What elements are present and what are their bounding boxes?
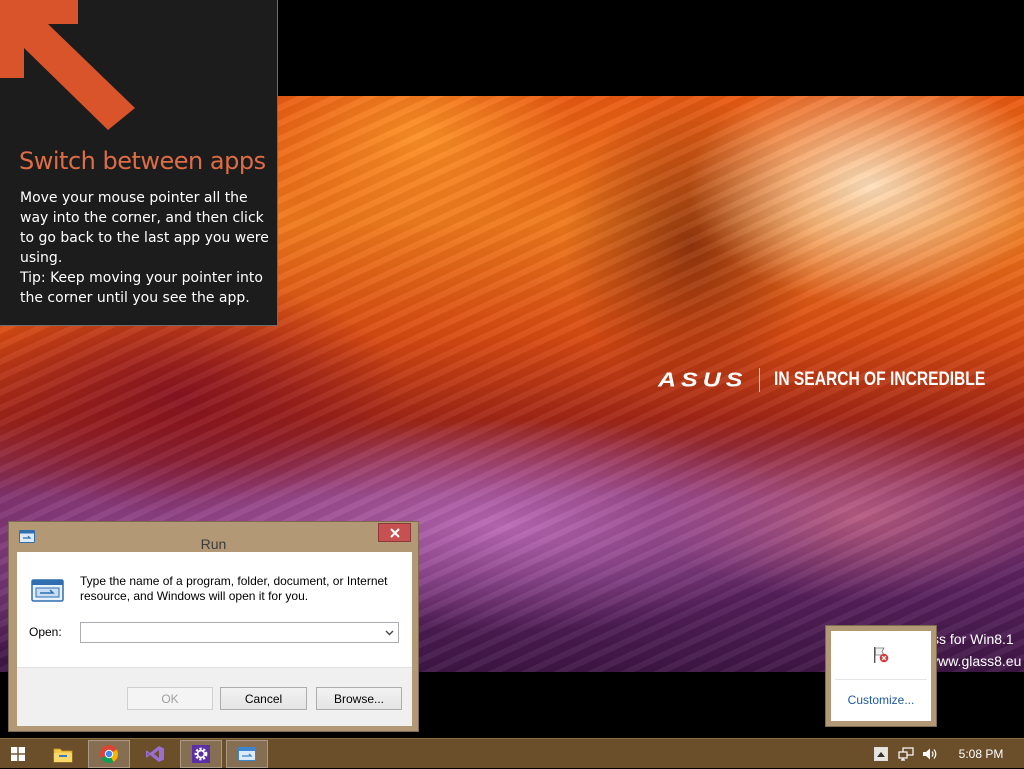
hint-body: Move your mouse pointer all the way into… <box>20 188 270 308</box>
show-hidden-icons-button[interactable] <box>872 739 890 769</box>
taskbar-app-settings[interactable] <box>180 740 222 768</box>
volume-icon <box>923 748 937 760</box>
hint-description: Move your mouse pointer all the way into… <box>20 190 269 266</box>
close-button[interactable] <box>378 523 411 542</box>
open-combobox[interactable] <box>80 622 399 643</box>
close-icon <box>389 527 400 538</box>
hint-tip: Tip: Keep moving your pointer into the c… <box>20 270 263 306</box>
run-dialog-body: Type the name of a program, folder, docu… <box>17 552 412 726</box>
run-icon <box>238 747 256 761</box>
volume-tray-button[interactable] <box>920 739 940 769</box>
network-icon <box>898 747 914 761</box>
asus-logo: ASUS <box>658 368 748 392</box>
customize-link[interactable]: Customize... <box>831 693 931 707</box>
taskbar-app-visual-studio[interactable] <box>136 740 174 768</box>
gear-icon <box>192 745 210 763</box>
chevron-down-icon <box>385 630 393 635</box>
open-dropdown-button[interactable] <box>380 623 398 642</box>
cancel-button[interactable]: Cancel <box>220 687 307 710</box>
folder-icon <box>53 748 73 762</box>
run-dialog-button-bar: OK Cancel Browse... <box>17 667 412 726</box>
browse-button[interactable]: Browse... <box>316 687 402 710</box>
run-dialog-description: Type the name of a program, folder, docu… <box>80 574 388 603</box>
chrome-icon <box>100 745 119 764</box>
arrow-up-left-icon <box>0 0 135 130</box>
show-hidden-icons-icon <box>877 751 885 757</box>
wallpaper-brand: ASUS IN SEARCH OF INCREDIBLE <box>658 368 1024 392</box>
windows-logo-icon <box>11 747 25 761</box>
popup-divider <box>835 679 927 680</box>
taskbar-app-file-explorer[interactable] <box>44 740 82 768</box>
visual-studio-icon <box>146 746 164 762</box>
switch-apps-hint-panel: Switch between apps Move your mouse poin… <box>0 0 278 326</box>
ok-button[interactable]: OK <box>127 687 213 710</box>
brand-tagline: IN SEARCH OF INCREDIBLE <box>774 369 986 390</box>
hint-title: Switch between apps <box>19 147 266 175</box>
watermark-line-1: ss for Win8.1 <box>932 631 1014 647</box>
taskbar-clock[interactable]: 5:08 PM <box>948 739 1014 769</box>
watermark-line-2: www.glass8.eu <box>928 653 1022 669</box>
start-button[interactable] <box>2 740 34 768</box>
run-dialog: Run Type the name of a program, folder, … <box>8 521 419 732</box>
open-input[interactable] <box>81 623 376 642</box>
network-tray-button[interactable] <box>896 739 916 769</box>
taskbar-app-google-chrome[interactable] <box>88 740 130 768</box>
open-label: Open: <box>29 625 62 639</box>
brand-divider <box>759 368 761 392</box>
notification-overflow-popup: Customize... <box>825 625 937 727</box>
run-dialog-title: Run <box>200 536 227 552</box>
taskbar: 5:08 PM <box>0 738 1024 768</box>
notification-overflow-panel: Customize... <box>831 631 931 721</box>
taskbar-app-run[interactable] <box>226 740 268 768</box>
action-center-flag-icon[interactable] <box>870 645 892 665</box>
run-program-icon <box>31 579 64 602</box>
